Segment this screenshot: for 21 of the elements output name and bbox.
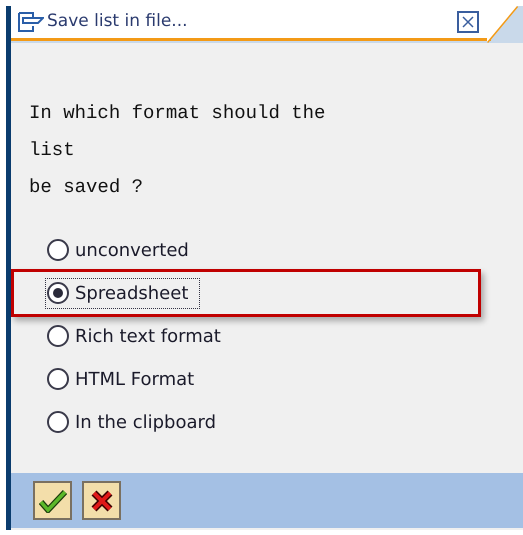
checkmark-icon (38, 488, 66, 512)
radio-option[interactable]: Rich text format (47, 322, 231, 350)
radio-button[interactable] (47, 282, 69, 304)
confirm-button[interactable] (33, 481, 72, 520)
radio-button[interactable] (47, 239, 69, 261)
close-icon (462, 16, 474, 28)
window-title: Save list in file... (47, 10, 188, 34)
radio-option[interactable]: unconverted (47, 236, 199, 264)
message-line: In which format should the (29, 101, 326, 125)
cancel-button[interactable] (82, 481, 121, 520)
close-icon (90, 488, 114, 512)
radio-option[interactable]: Spreadsheet (47, 280, 198, 306)
radio-button[interactable] (47, 368, 69, 390)
window-icon (18, 11, 44, 33)
radio-option[interactable]: HTML Format (47, 366, 204, 392)
radio-option[interactable]: In the clipboard (47, 408, 226, 436)
radio-button[interactable] (47, 411, 69, 433)
close-button[interactable] (457, 11, 479, 33)
message-line: list (29, 138, 76, 162)
radio-button[interactable] (47, 325, 69, 347)
message-line: be saved ? (29, 175, 144, 199)
